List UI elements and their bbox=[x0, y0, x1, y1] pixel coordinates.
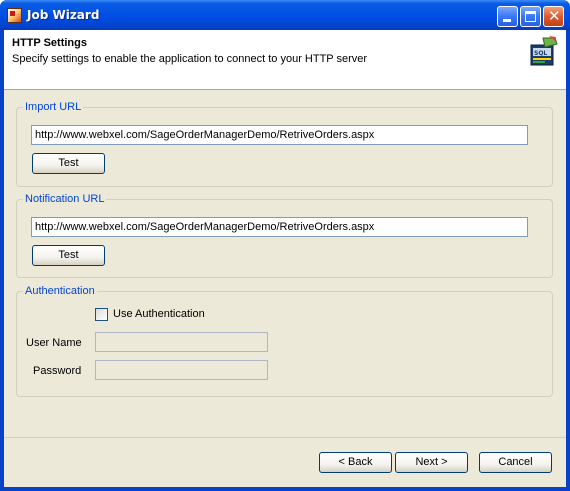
import-url-input[interactable]: http://www.webxel.com/SageOrderManagerDe… bbox=[31, 125, 528, 145]
page-subtitle: Specify settings to enable the applicati… bbox=[12, 53, 368, 65]
password-label: Password bbox=[33, 365, 82, 377]
import-url-legend: Import URL bbox=[23, 101, 84, 114]
notification-url-group: Notification URL http://www.webxel.com/S… bbox=[16, 193, 553, 278]
notification-test-button[interactable]: Test bbox=[32, 245, 105, 266]
notification-url-legend: Notification URL bbox=[23, 193, 107, 206]
window-title: Job Wizard bbox=[27, 8, 100, 22]
use-authentication-label[interactable]: Use Authentication bbox=[113, 308, 205, 320]
password-input[interactable] bbox=[95, 360, 268, 380]
username-label: User Name bbox=[26, 337, 82, 349]
page-title: HTTP Settings bbox=[12, 37, 87, 49]
footer-separator bbox=[4, 437, 566, 438]
dialog-body: HTTP Settings Specify settings to enable… bbox=[4, 30, 566, 487]
app-icon bbox=[7, 8, 22, 23]
import-test-button[interactable]: Test bbox=[32, 153, 105, 174]
sql-logo-icon: SQL bbox=[530, 36, 558, 66]
maximize-icon bbox=[525, 11, 536, 22]
minimize-icon bbox=[503, 19, 511, 22]
svg-text:SQL: SQL bbox=[534, 50, 547, 57]
back-button[interactable]: < Back bbox=[319, 452, 392, 473]
authentication-legend: Authentication bbox=[23, 285, 97, 298]
notification-url-input[interactable]: http://www.webxel.com/SageOrderManagerDe… bbox=[31, 217, 528, 237]
job-wizard-window: Job Wizard ✕ HTTP Settings Specify setti… bbox=[0, 0, 570, 491]
import-url-group: Import URL http://www.webxel.com/SageOrd… bbox=[16, 101, 553, 187]
close-icon: ✕ bbox=[548, 7, 561, 25]
close-button[interactable]: ✕ bbox=[543, 6, 564, 27]
minimize-button[interactable] bbox=[497, 6, 518, 27]
authentication-group: Authentication Use Authentication User N… bbox=[16, 285, 553, 397]
next-button[interactable]: Next > bbox=[395, 452, 468, 473]
wizard-header: HTTP Settings Specify settings to enable… bbox=[4, 30, 566, 90]
maximize-button[interactable] bbox=[520, 6, 541, 27]
title-bar[interactable]: Job Wizard ✕ bbox=[0, 0, 570, 30]
username-input[interactable] bbox=[95, 332, 268, 352]
cancel-button[interactable]: Cancel bbox=[479, 452, 552, 473]
use-authentication-checkbox[interactable] bbox=[95, 308, 108, 321]
